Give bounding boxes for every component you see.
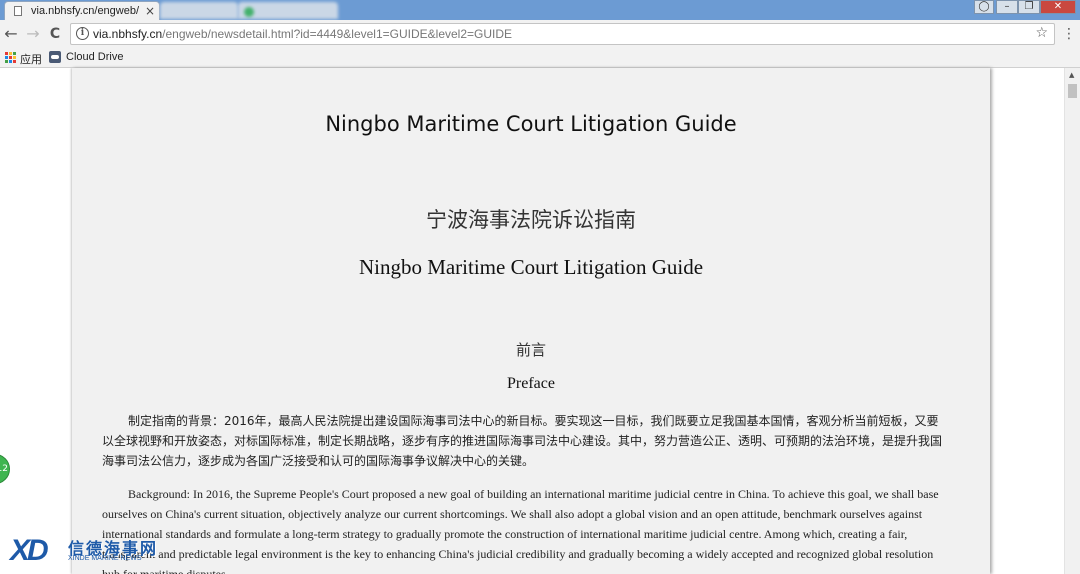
profile-icon[interactable]: ◯	[974, 0, 994, 14]
reload-button[interactable]: C	[45, 24, 65, 44]
vertical-scrollbar[interactable]: ▲	[1064, 68, 1080, 574]
watermark-logo: XD 信德海事网 XINDE MARINE NEWS	[10, 534, 160, 570]
tab-active[interactable]: via.nbhsfy.cn/engweb/ ×	[4, 1, 160, 20]
back-button[interactable]: ←	[1, 24, 21, 44]
background-paragraph-chinese: 制定指南的背景：2016年，最高人民法院提出建设国际海事司法中心的新目标。要实现…	[102, 414, 943, 468]
apps-grid-icon[interactable]	[5, 52, 16, 63]
site-info-icon[interactable]: i	[76, 27, 89, 40]
preface-heading-english: Preface	[507, 375, 555, 392]
url-host: via.nbhsfy.cn	[93, 27, 163, 41]
bookmark-cloud-drive[interactable]: Cloud Drive	[66, 51, 123, 63]
preface-heading-chinese: 前言	[515, 341, 546, 359]
watermark-xd-logo: XD	[10, 534, 49, 567]
browser-menu-icon[interactable]: ⋮	[1062, 24, 1076, 44]
scroll-up-arrow-icon[interactable]: ▲	[1069, 71, 1074, 79]
cloud-drive-icon[interactable]	[49, 51, 61, 63]
url-text[interactable]: via.nbhsfy.cn/engweb/newsdetail.html?id=…	[93, 27, 512, 41]
scrollbar-thumb[interactable]	[1068, 84, 1077, 98]
browser-toolbar: ← → C i via.nbhsfy.cn/engweb/newsdetail.…	[0, 20, 1080, 48]
close-window-button[interactable]: ✕	[1040, 0, 1076, 14]
url-path: /engweb/newsdetail.html?id=4449&level1=G…	[162, 27, 513, 41]
document-title-english: Ningbo Maritime Court Litigation Guide	[358, 255, 704, 279]
tab-favicon-icon	[244, 7, 254, 17]
tab-background-2[interactable]	[238, 2, 338, 19]
bookmark-apps[interactable]: 应用	[20, 51, 42, 67]
restore-button[interactable]: ❐	[1018, 0, 1040, 14]
forward-button[interactable]: →	[23, 24, 43, 44]
watermark-name-english: XINDE MARINE NEWS	[68, 555, 142, 562]
background-paragraph-english: Background: In 2016, the Supreme People'…	[102, 487, 939, 574]
page-title: Ningbo Maritime Court Litigation Guide	[325, 112, 737, 136]
tab-title: via.nbhsfy.cn/engweb/	[31, 5, 140, 17]
document-title-chinese: 宁波海事法院诉讼指南	[426, 208, 636, 232]
bookmark-star-icon[interactable]: ☆	[1035, 25, 1048, 41]
address-bar[interactable]: i via.nbhsfy.cn/engweb/newsdetail.html?i…	[70, 23, 1055, 45]
bookmarks-bar: 应用 Cloud Drive	[0, 48, 1080, 68]
page-favicon-icon	[14, 6, 22, 16]
page-viewport: Ningbo Maritime Court Litigation Guide 宁…	[0, 68, 1080, 574]
tab-strip: via.nbhsfy.cn/engweb/ × ◯ – ❐ ✕	[0, 0, 1080, 20]
article-container: Ningbo Maritime Court Litigation Guide 宁…	[72, 68, 990, 574]
minimize-button[interactable]: –	[996, 0, 1018, 14]
tab-background-1[interactable]	[160, 2, 238, 19]
tab-close-icon[interactable]: ×	[145, 4, 155, 18]
